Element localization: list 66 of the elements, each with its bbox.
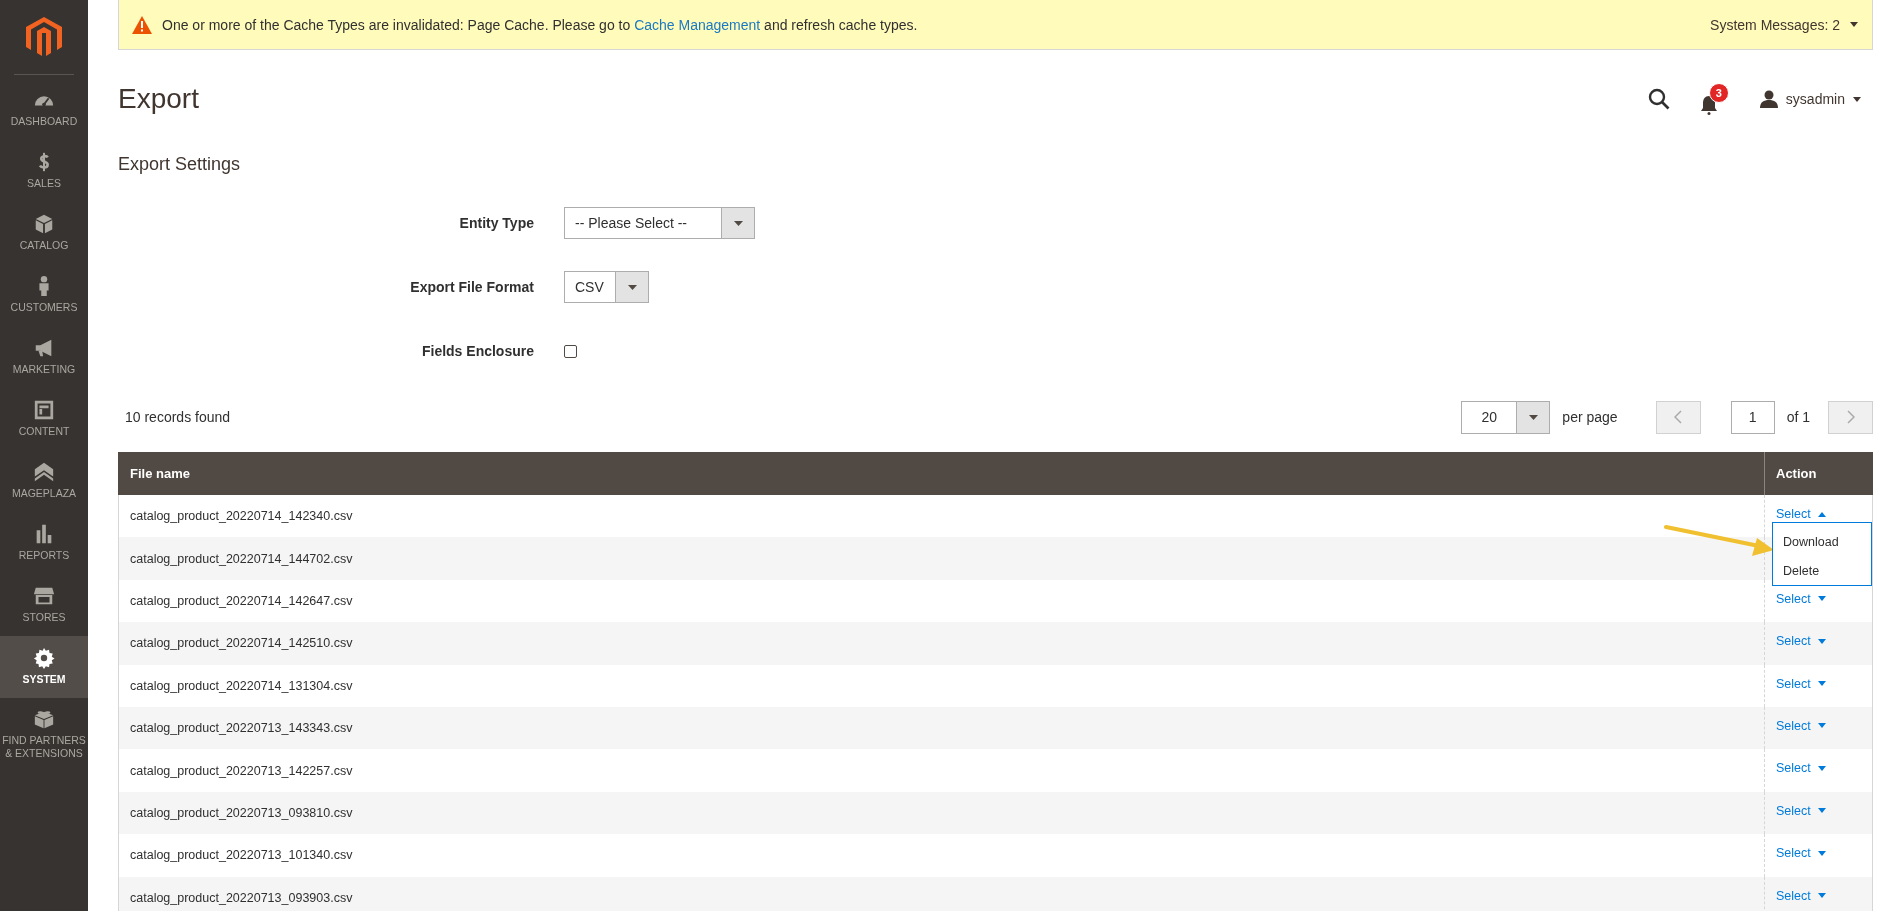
sidebar-item[interactable]: SYSTEM [0,636,88,698]
menu-item[interactable]: Download [1773,529,1871,558]
action-select-link[interactable]: Select [1776,846,1826,861]
caret-icon [1528,414,1538,420]
action-select-link[interactable]: Select [1776,761,1826,776]
section-title: Export Settings [118,154,242,175]
file-name-cell: catalog_product_20220714_142510.csv [118,622,1765,665]
file-name-cell: catalog_product_20220713_093903.csv [118,876,1765,911]
layout-icon [33,399,55,422]
file-name-cell: catalog_product_20220713_142257.csv [118,749,1765,792]
per-page-label: per page [1562,409,1618,425]
user-menu[interactable]: sysadmin [1759,90,1861,108]
caret-icon [733,220,743,226]
sidebar-item[interactable]: MARKETING [0,326,88,388]
sidebar-item[interactable]: MAGEPLAZA [0,450,88,512]
column-header: Action [1764,452,1873,495]
chevron-roof-icon [33,461,55,484]
sidebar-item[interactable]: STORES [0,574,88,636]
action-select-link[interactable]: Select [1776,507,1826,521]
notification-count: 3 [1708,83,1729,103]
user-icon [1759,90,1778,108]
message-text: One or more of the Cache Types are invalidated: Page Cache. Please go to Cache Management and refresh cache types. [162,16,919,33]
box-icon [33,213,55,236]
file-name-cell: catalog_product_20220713_143343.csv [118,706,1765,750]
system-messages-toggle[interactable]: System Messages: 2 [1710,16,1858,33]
bell-icon [1699,95,1718,115]
action-select-link[interactable]: Select [1776,676,1826,691]
brick-icon [33,708,55,730]
field-label: Fields Enclosure [421,343,534,359]
page-total: of 1 [1786,409,1810,425]
field-label: Entity Type [459,215,534,231]
chevron-right-icon [1846,410,1855,424]
warning-icon [132,15,152,34]
select-field[interactable]: -- Please Select -- [564,207,755,239]
sidebar-item[interactable]: DASHBOARD [0,78,88,140]
sidebar-item[interactable]: SALES [0,140,88,202]
file-name-cell: catalog_product_20220714_131304.csv [118,664,1765,707]
caret-icon [627,284,637,290]
page-size-select[interactable]: 20 [1461,400,1551,434]
sidebar-item[interactable]: FIND PARTNERS & EXTENSIONS [0,698,88,776]
search-icon[interactable] [1647,88,1670,110]
sidebar-item[interactable]: CATALOG [0,202,88,264]
sidebar-item[interactable]: REPORTS [0,512,88,574]
file-name-cell: catalog_product_20220713_101340.csv [118,834,1765,877]
select-field[interactable]: CSV [564,271,649,303]
action-select-link[interactable]: Select [1776,888,1826,903]
chevron-left-icon [1674,410,1683,424]
page-number-field[interactable]: 1 [1730,400,1775,434]
file-name-cell: catalog_product_20220713_093810.csv [118,791,1765,835]
sidebar-item[interactable]: CONTENT [0,388,88,450]
action-select-link[interactable]: Select [1776,718,1826,733]
page-title: Export [118,83,200,115]
field-label: Export File Format [410,279,534,295]
cache-management-link[interactable]: Cache Management [634,16,761,33]
gear-icon [33,647,55,670]
action-select-link[interactable]: Select [1776,591,1826,606]
checkbox[interactable] [564,344,577,358]
action-select-link[interactable]: Select [1776,803,1826,818]
notifications-button[interactable]: 3 [1699,83,1730,115]
column-header: File name [118,452,1765,495]
logo-icon [26,17,62,57]
menu-item[interactable]: Delete [1773,558,1871,587]
records-count: 10 records found [124,409,232,425]
action-select-link[interactable]: Select [1776,634,1826,649]
sidebar-item[interactable]: CUSTOMERS [0,264,88,326]
file-name-cell: catalog_product_20220714_144702.csv [118,537,1765,580]
